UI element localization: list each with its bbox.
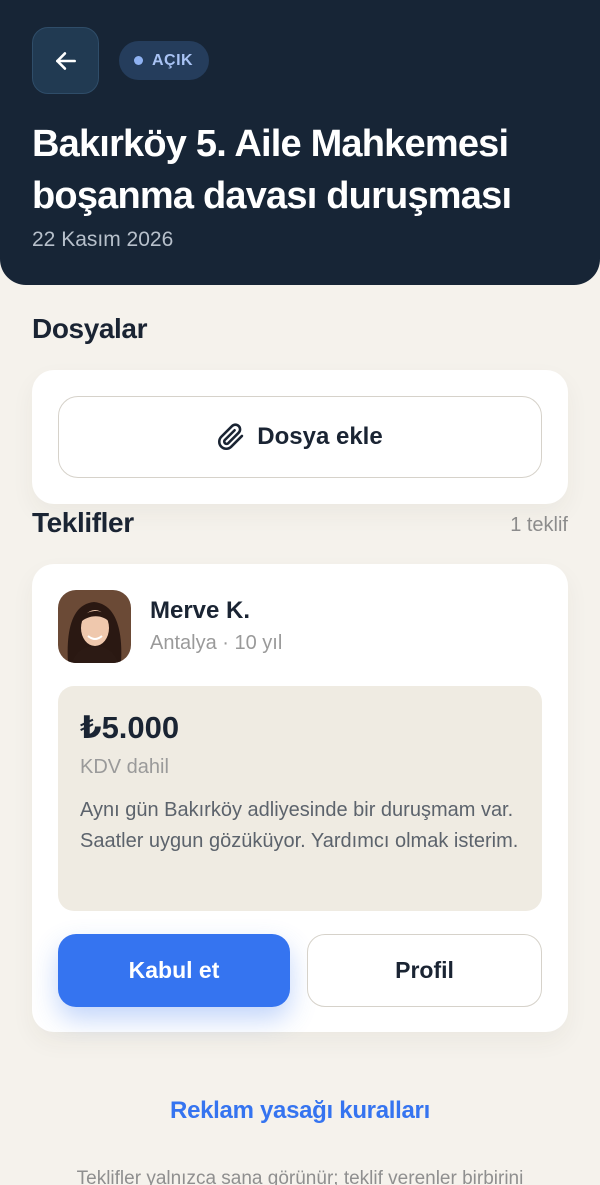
status-text: AÇIK — [152, 51, 194, 69]
offer-message: Aynı gün Bakırköy adliyesinde bir duruşm… — [80, 799, 519, 852]
profile-button[interactable]: Profil — [307, 934, 542, 1007]
back-button[interactable] — [32, 27, 99, 94]
offer-card: Merve K. Antalya · 10 yıl ₺5.000 KDV dah… — [32, 564, 568, 1032]
lawyer-meta: Antalya · 10 yıl — [150, 632, 283, 654]
privacy-note: Teklifler yalnızca sana görünür; teklif … — [76, 1168, 524, 1185]
header: AÇIK Bakırköy 5. Aile Mahkemesi boşanma … — [0, 0, 600, 285]
ad-ban-rules-link[interactable]: Reklam yasağı kuralları — [0, 1097, 600, 1125]
files-section-title: Dosyalar — [32, 313, 148, 344]
status-dot-icon — [134, 56, 143, 65]
accept-button[interactable]: Kabul et — [58, 934, 290, 1007]
paperclip-icon — [218, 423, 244, 450]
page-title: Bakırköy 5. Aile Mahkemesi boşanma davas… — [32, 123, 512, 217]
case-date: 22 Kasım 2026 — [32, 228, 174, 251]
status-badge: AÇIK — [119, 41, 210, 80]
arrow-left-icon — [55, 51, 76, 70]
files-card: Dosya ekle — [32, 370, 568, 504]
offer-details: ₺5.000 KDV dahil Aynı gün Bakırköy adliy… — [58, 686, 542, 911]
add-file-button[interactable]: Dosya ekle — [58, 396, 542, 478]
avatar[interactable] — [58, 590, 131, 663]
vat-note: KDV dahil — [80, 756, 169, 778]
add-file-label: Dosya ekle — [257, 423, 383, 450]
offer-count: 1 teklif — [510, 514, 568, 536]
lawyer-name[interactable]: Merve K. — [150, 597, 250, 625]
offers-section-title: Teklifler — [32, 507, 134, 538]
offer-price: ₺5.000 — [80, 710, 180, 745]
